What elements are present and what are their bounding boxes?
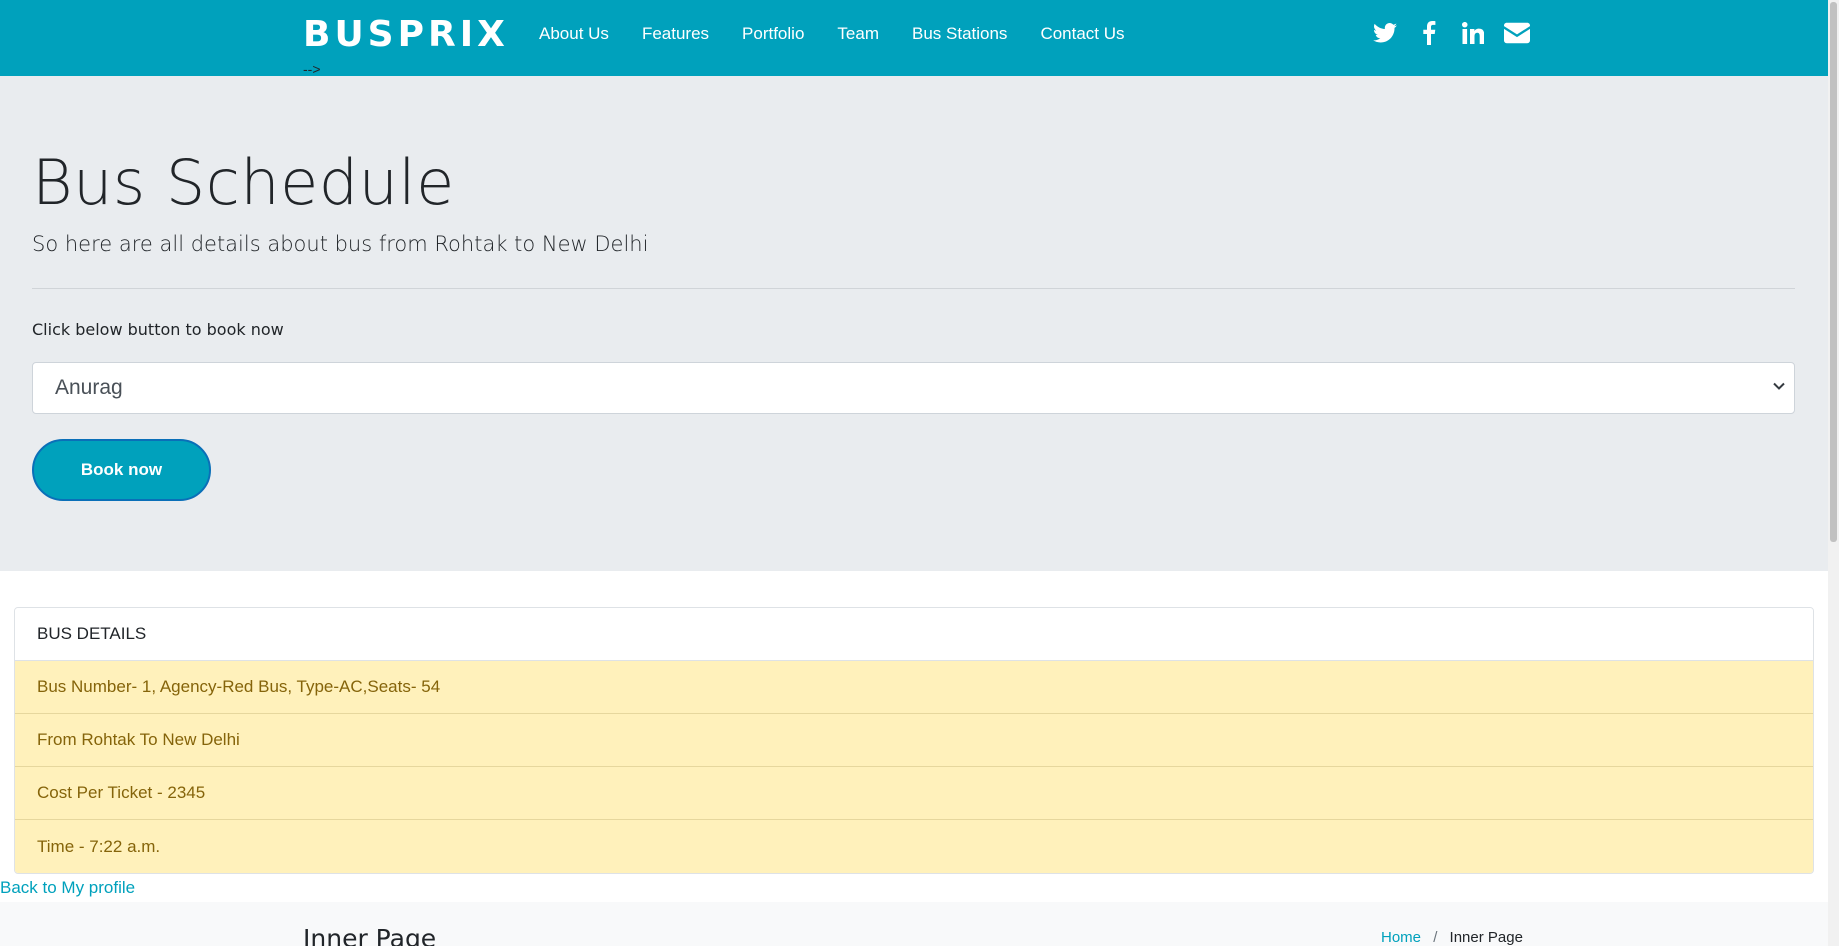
page-scrollbar[interactable] [1828, 0, 1839, 946]
social-links [1372, 20, 1530, 46]
brand-logo[interactable]: BUSPRIX [303, 14, 509, 55]
schedule-jumbotron: Bus Schedule So here are all details abo… [0, 76, 1828, 571]
stray-comment-text: --> [303, 61, 321, 77]
breadcrumb-separator: / [1433, 929, 1438, 946]
breadcrumb-current: Inner Page [1449, 929, 1523, 946]
bus-details-list: BUS DETAILS Bus Number- 1, Agency-Red Bu… [14, 607, 1814, 874]
inner-page-title: Inner Page [303, 924, 437, 946]
twitter-icon[interactable] [1372, 20, 1398, 46]
scrollbar-thumb[interactable] [1830, 2, 1837, 542]
divider [32, 288, 1795, 289]
nav-contact-us[interactable]: Contact Us [1040, 24, 1124, 44]
back-to-profile-link[interactable]: Back to My profile [0, 878, 135, 898]
bus-details-heading: BUS DETAILS [15, 608, 1813, 661]
envelope-icon[interactable] [1504, 20, 1530, 46]
page-subtitle: So here are all details about bus from R… [32, 232, 649, 256]
breadcrumb: Home / Inner Page [1381, 929, 1523, 946]
nav-bus-stations[interactable]: Bus Stations [912, 24, 1007, 44]
nav-features[interactable]: Features [642, 24, 709, 44]
bus-detail-number: Bus Number- 1, Agency-Red Bus, Type-AC,S… [15, 661, 1813, 714]
bus-detail-route: From Rohtak To New Delhi [15, 714, 1813, 767]
book-hint: Click below button to book now [32, 320, 284, 339]
main-nav: About Us Features Portfolio Team Bus Sta… [539, 24, 1158, 44]
book-now-button[interactable]: Book now [32, 439, 211, 501]
bus-detail-time: Time - 7:22 a.m. [15, 820, 1813, 873]
operator-select[interactable]: Anurag [32, 362, 1795, 414]
top-navbar: BUSPRIX About Us Features Portfolio Team… [0, 0, 1828, 76]
page-title: Bus Schedule [32, 146, 455, 219]
breadcrumb-section: Inner Page Home / Inner Page [0, 902, 1828, 946]
breadcrumb-home[interactable]: Home [1381, 929, 1421, 946]
nav-team[interactable]: Team [837, 24, 879, 44]
nav-portfolio[interactable]: Portfolio [742, 24, 804, 44]
bus-detail-cost: Cost Per Ticket - 2345 [15, 767, 1813, 820]
operator-select-value: Anurag [55, 376, 123, 399]
chevron-down-icon [1773, 382, 1785, 390]
nav-about-us[interactable]: About Us [539, 24, 609, 44]
facebook-icon[interactable] [1416, 20, 1442, 46]
linkedin-icon[interactable] [1460, 20, 1486, 46]
